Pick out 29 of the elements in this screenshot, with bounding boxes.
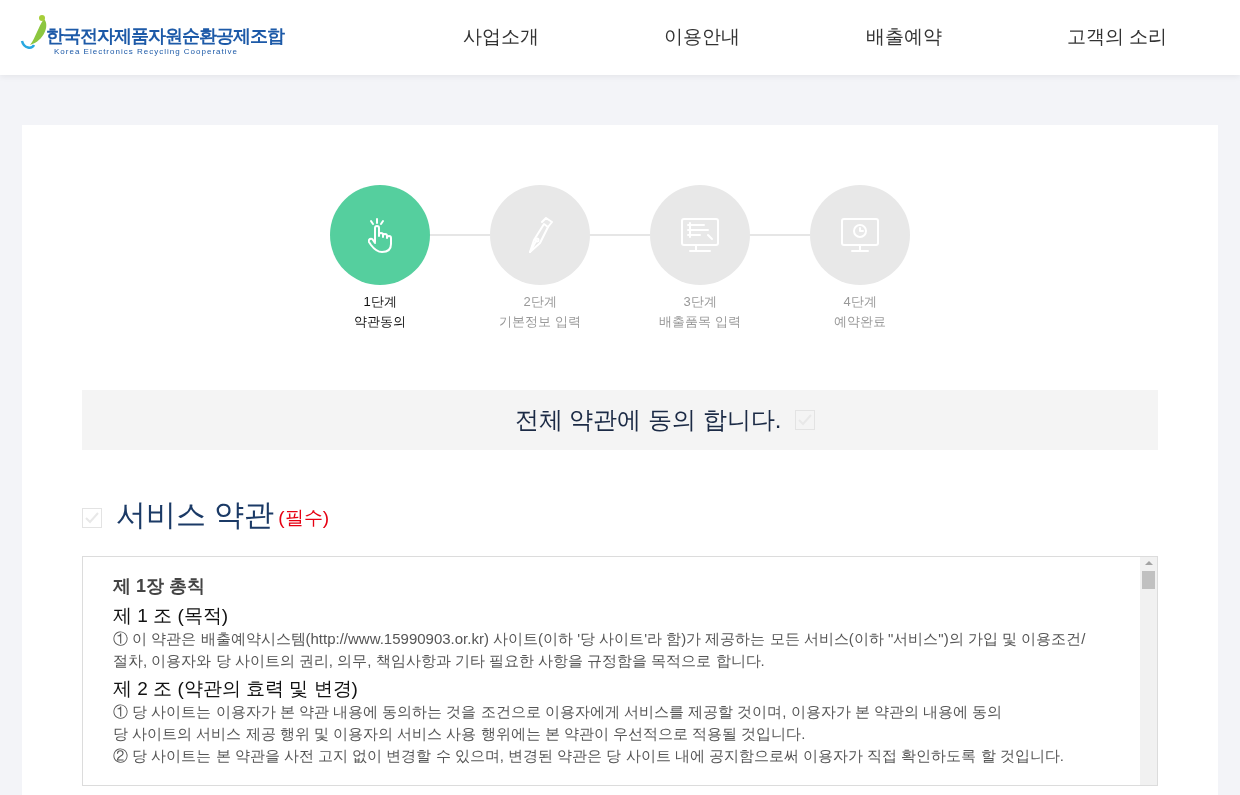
service-terms-checkbox[interactable] [82, 508, 102, 528]
nav-link[interactable]: 고객의 소리 [1066, 23, 1168, 52]
article-heading: 제 1 조 (목적) [113, 604, 230, 628]
logo-subtitle: Korea Electronics Recycling Cooperative [54, 45, 239, 58]
logo-title: 한국전자제품자원순환공제조합 [46, 25, 284, 46]
step-label: 3단계 [683, 293, 717, 311]
section-title: 서비스 약관 [116, 497, 275, 533]
step-caption: 기본정보 입력 [499, 313, 581, 331]
scrollbar[interactable] [1140, 557, 1157, 785]
terms-paragraph: ① 이 약관은 배출예약시스템(http://www.15990903.or.kr) 사이트(이하 '당 사이트'라 함)가 제공하는 모든 서비스(이하 "서비스")의 가입 및 이용조건/절차, 이용자와 당 사이트의 권리, 의무, 책임사항과 기타 필요한 사항을 규정함을 목적으로 합니다. [113, 629, 1087, 671]
terms-paragraph: ② 당 사이트는 본 약관을 사전 고지 없이 변경할 수 있으며, 변경된 약관은 당 사이트 내에 공지함으로써 이용자가 직접 확인하도록 할 것입니다. [113, 746, 1065, 766]
terms-paragraph: 당 사이트의 서비스 제공 행위 및 이용자의 서비스 사용 행위에는 본 약관이 우선적으로 적용될 것입니다. [113, 724, 807, 744]
nav-link[interactable]: 사업소개 [462, 23, 539, 52]
nav-link[interactable]: 배출예약 [865, 23, 942, 52]
step-label: 1단계 [363, 293, 397, 311]
required-label: (필수) [278, 505, 329, 530]
terms-paragraph: ① 당 사이트는 이용자가 본 약관 내용에 동의하는 것을 조건으로 이용자에게 서비스를 제공할 것이며, 이용자가 본 약관의 내용에 동의 [113, 702, 1004, 722]
chapter-heading: 제 1장 총칙 [113, 575, 206, 598]
pointing-hand-icon [368, 217, 392, 253]
step-label: 4단계 [843, 293, 877, 311]
agree-all-label: 전체 약관에 동의 합니다. [514, 405, 782, 435]
article-heading: 제 2 조 (약관의 효력 및 변경) [113, 677, 359, 701]
scroll-thumb[interactable] [1142, 571, 1155, 589]
nav-link[interactable]: 이용안내 [664, 23, 741, 52]
scroll-up-icon[interactable] [1144, 561, 1153, 565]
step-caption: 약관동의 [354, 313, 406, 331]
step-label: 2단계 [523, 293, 557, 311]
step-caption: 예약완료 [834, 313, 886, 331]
step-caption: 배출품목 입력 [659, 313, 741, 331]
